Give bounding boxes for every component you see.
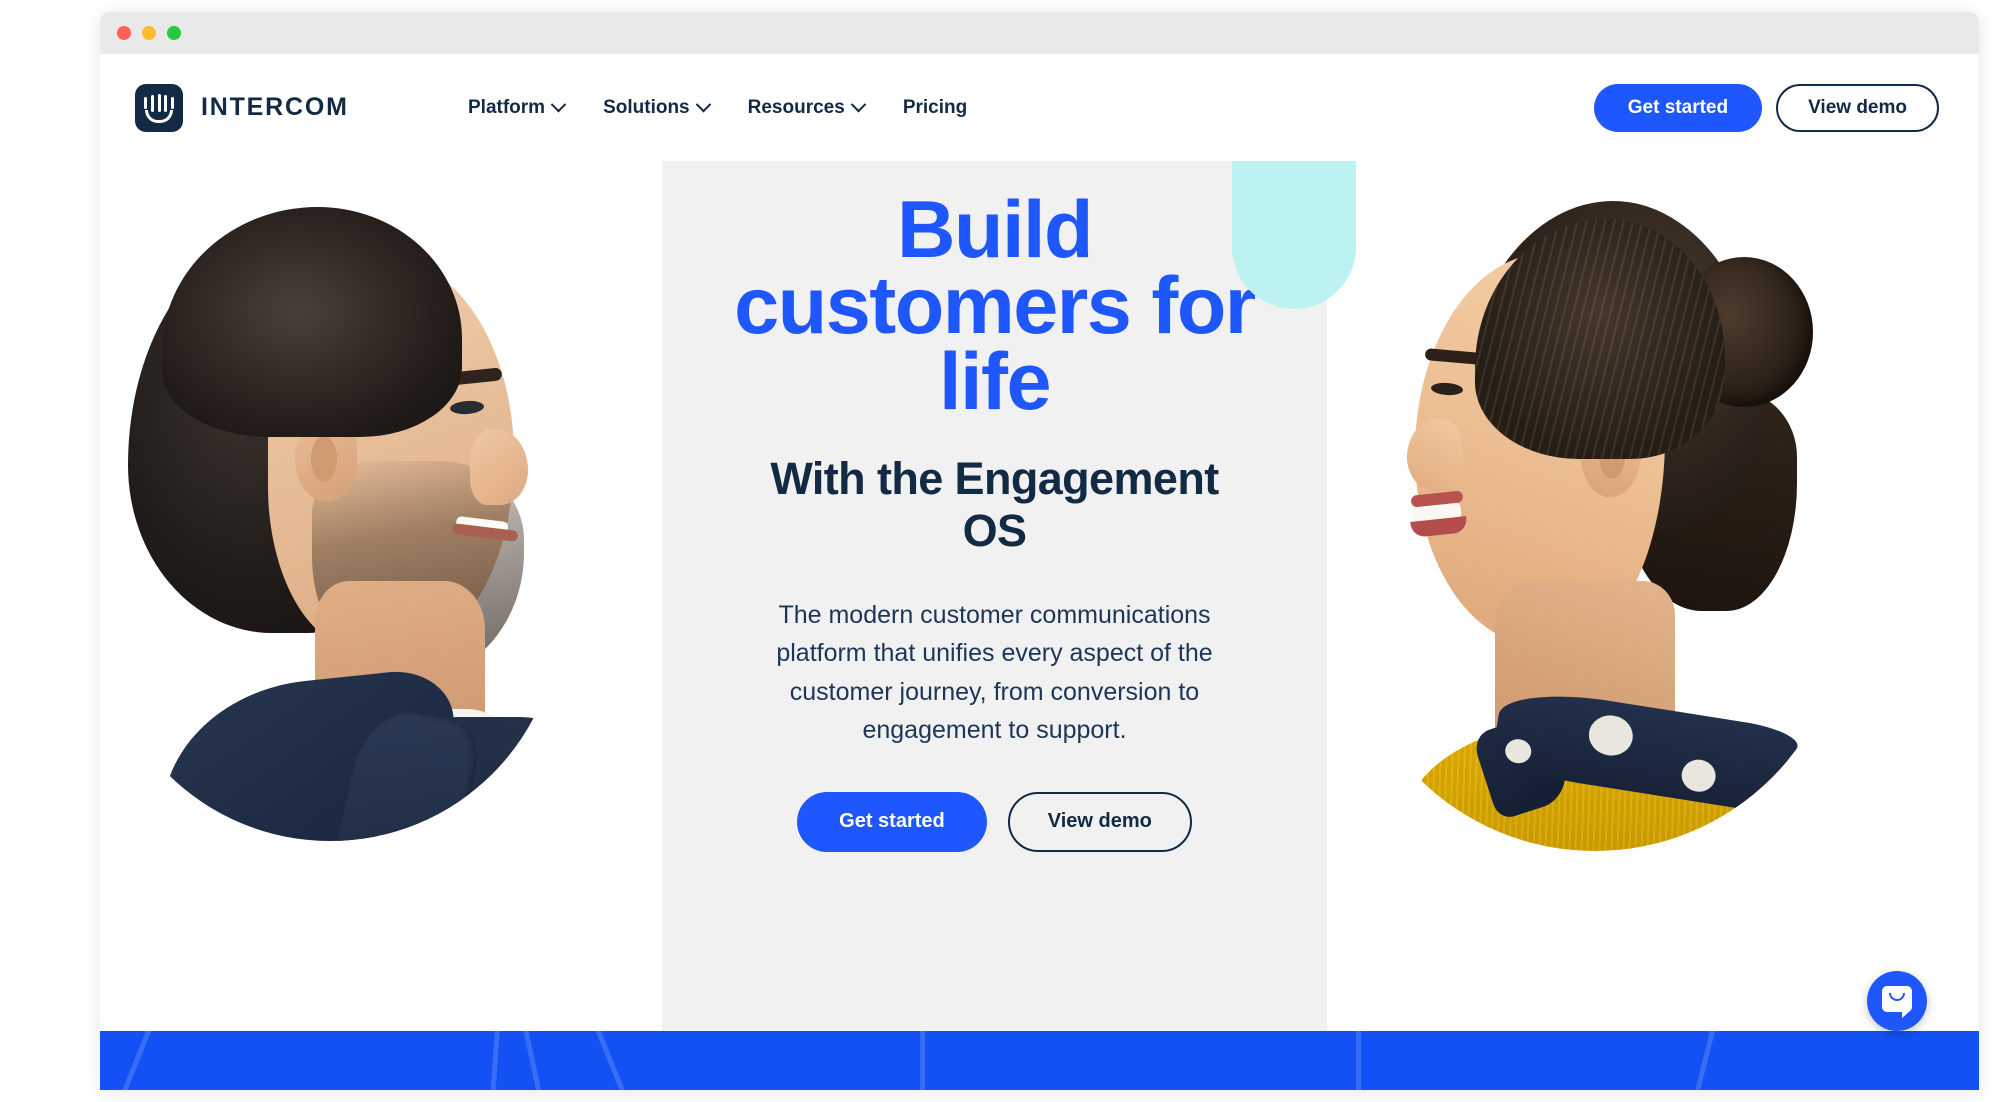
hero-headline: Build customers for life <box>734 185 1256 428</box>
nav-item-resources[interactable]: Resources <box>747 96 867 119</box>
chevron-down-icon <box>850 96 867 113</box>
header-actions: Get started View demo <box>1593 83 1939 132</box>
hero-section: Build customers for life With the Engage… <box>100 161 1979 1090</box>
nav-item-pricing[interactable]: Pricing <box>903 97 967 119</box>
browser-window: INTERCOM Platform Solutions Resources Pr… <box>100 12 1979 1090</box>
site-header: INTERCOM Platform Solutions Resources Pr… <box>100 54 1979 161</box>
nav-item-platform-label: Platform <box>468 96 546 118</box>
hero-content-panel: Build customers for life With the Engage… <box>662 161 1327 1031</box>
brand-wordmark: INTERCOM <box>201 93 349 121</box>
chevron-down-icon <box>550 96 567 113</box>
nav-item-platform[interactable]: Platform <box>468 96 567 119</box>
minimize-window-button[interactable] <box>142 26 156 40</box>
nav-item-resources-label: Resources <box>747 96 845 118</box>
brand-logo-link[interactable]: INTERCOM <box>135 83 349 132</box>
header-get-started-button[interactable]: Get started <box>1593 83 1763 132</box>
intercom-chat-bubble-icon[interactable] <box>1867 971 1927 1031</box>
nav-item-solutions[interactable]: Solutions <box>603 96 711 119</box>
header-view-demo-button[interactable]: View demo <box>1776 83 1939 132</box>
hero-subheadline: With the Engagement OS <box>770 453 1219 556</box>
hero-paragraph: The modern customer communications platf… <box>776 600 1213 745</box>
hero-get-started-button[interactable]: Get started <box>797 791 987 852</box>
mint-arch-shape <box>1232 161 1356 309</box>
woman-smiling-profile-photo <box>1325 161 1979 961</box>
nav-item-solutions-label: Solutions <box>603 96 690 118</box>
hero-view-demo-button[interactable]: View demo <box>1007 791 1192 852</box>
close-window-button[interactable] <box>117 26 131 40</box>
nav-item-pricing-label: Pricing <box>902 96 968 118</box>
page-viewport: INTERCOM Platform Solutions Resources Pr… <box>100 54 1979 1090</box>
chevron-down-icon <box>695 96 711 113</box>
hero-cta-group: Get started View demo <box>797 791 1192 852</box>
man-smiling-profile-photo <box>100 161 665 961</box>
intercom-logo-icon <box>135 83 183 132</box>
zoom-window-button[interactable] <box>167 26 181 40</box>
main-nav: Platform Solutions Resources Pricing <box>468 97 967 119</box>
window-traffic-lights <box>117 26 181 40</box>
browser-titlebar <box>100 12 1979 54</box>
blue-accent-band <box>100 1031 1979 1090</box>
